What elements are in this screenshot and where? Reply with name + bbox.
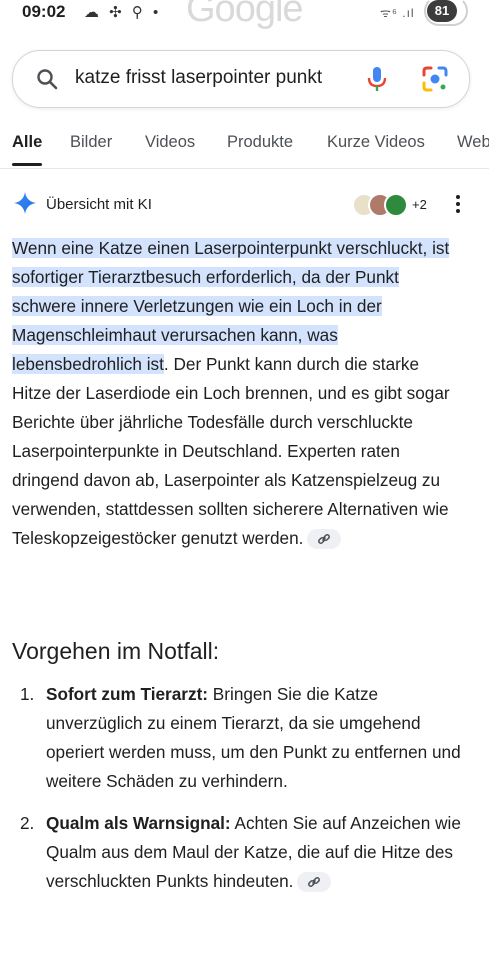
tab-images[interactable]: Bilder	[70, 133, 112, 152]
section-heading: Vorgehen im Notfall:	[12, 638, 220, 664]
search-tabs: Alle Bilder Videos Produkte Kurze Videos…	[0, 124, 489, 169]
emergency-steps-list: 1. Sofort zum Tierarzt: Bringen Sie die …	[12, 680, 472, 896]
ai-overview-title: Übersicht mit KI	[46, 196, 152, 213]
ai-overview-header: Übersicht mit KI +2	[12, 188, 477, 220]
google-logo: Google	[186, 0, 304, 30]
ai-overview-answer: Wenn eine Katze einen Laserpointerpunkt …	[12, 234, 462, 553]
status-bar: 09:02 ☁ ✣ ⚲ • Google ᯤ⁶ .ıl 81	[0, 0, 489, 34]
answer-text: . Der Punkt kann durch die starke Hitze …	[12, 354, 450, 548]
tab-all[interactable]: Alle	[12, 133, 42, 152]
active-tab-indicator	[12, 163, 42, 166]
tab-videos[interactable]: Videos	[145, 133, 195, 152]
source-link-button[interactable]	[297, 872, 332, 893]
list-item: 2. Qualm als Warnsignal: Achten Sie auf …	[12, 809, 472, 896]
list-number: 2.	[20, 813, 35, 833]
sparkle-icon	[14, 192, 36, 214]
source-avatar[interactable]	[384, 193, 408, 217]
signal-icons: ᯤ⁶ .ıl	[380, 6, 415, 20]
link-icon	[318, 534, 331, 545]
more-sources-count[interactable]: +2	[412, 197, 427, 212]
link-icon	[308, 877, 321, 888]
tab-short-videos[interactable]: Kurze Videos	[327, 133, 425, 152]
source-link-button[interactable]	[307, 529, 342, 550]
search-icon[interactable]	[35, 67, 59, 91]
list-item-title: Qualm als Warnsignal:	[46, 813, 231, 833]
list-number: 1.	[20, 684, 35, 704]
status-time: 09:02	[22, 2, 66, 21]
more-options-icon[interactable]	[450, 193, 466, 215]
battery-indicator: 81	[427, 0, 457, 22]
notification-icons: ☁ ✣ ⚲ •	[84, 4, 162, 21]
search-input[interactable]: katze frisst laserpointer punkt	[75, 67, 322, 89]
search-box[interactable]: katze frisst laserpointer punkt	[12, 50, 470, 108]
list-item-title: Sofort zum Tierarzt:	[46, 684, 209, 704]
lens-icon[interactable]	[421, 65, 449, 93]
source-avatars[interactable]	[352, 190, 412, 218]
tab-web[interactable]: Web	[457, 133, 489, 152]
tab-products[interactable]: Produkte	[227, 133, 293, 152]
list-item: 1. Sofort zum Tierarzt: Bringen Sie die …	[12, 680, 472, 796]
mic-icon[interactable]	[365, 65, 389, 93]
